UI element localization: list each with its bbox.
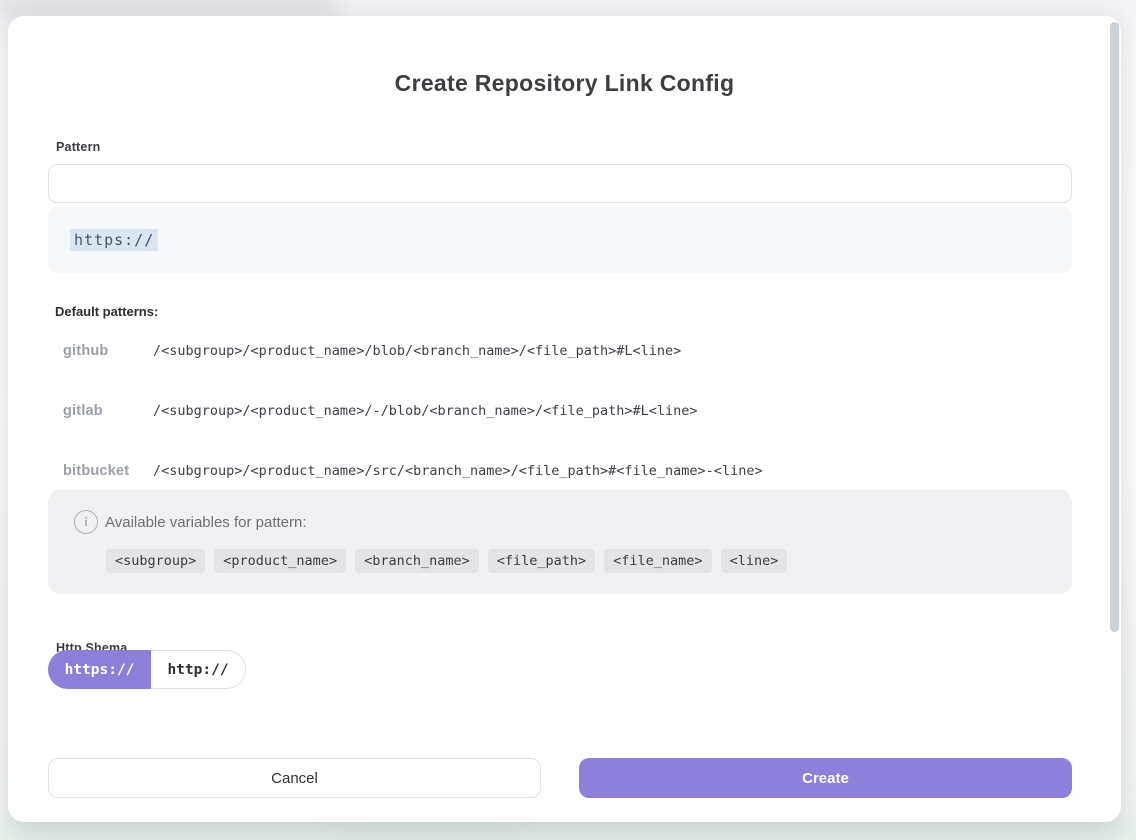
pattern-input[interactable] [48, 164, 1072, 203]
variable-chip-line: <line> [721, 549, 788, 573]
provider-name-bitbucket: bitbucket [63, 463, 153, 479]
variable-chip-subgroup: <subgroup> [106, 549, 205, 573]
variable-chip-file-name: <file_name> [604, 549, 711, 573]
cancel-button[interactable]: Cancel [48, 758, 541, 798]
provider-pattern-bitbucket: /<subgroup>/<product_name>/src/<branch_n… [153, 463, 763, 479]
background-blur-bottom-accent [330, 824, 530, 840]
page-title: Create Repository Link Config [8, 70, 1121, 97]
provider-name-github: github [63, 343, 153, 359]
provider-pattern-gitlab: /<subgroup>/<product_name>/-/blob/<branc… [153, 403, 698, 419]
url-preview-text: https:// [70, 229, 158, 251]
schema-option-http[interactable]: http:// [151, 650, 246, 689]
url-preview-block: https:// [48, 207, 1072, 273]
create-button[interactable]: Create [579, 758, 1072, 798]
variable-chip-branch-name: <branch_name> [355, 549, 479, 573]
http-schema-toggle: https:// http:// [48, 650, 246, 689]
schema-option-https[interactable]: https:// [48, 650, 151, 689]
background-blur-bottom [0, 822, 1136, 840]
pattern-label: Pattern [56, 140, 100, 154]
create-repository-link-config-modal: Create Repository Link Config Pattern ht… [8, 16, 1121, 822]
provider-pattern-github: /<subgroup>/<product_name>/blob/<branch_… [153, 343, 681, 359]
modal-scrollbar-thumb[interactable] [1110, 22, 1119, 632]
variable-chip-file-path: <file_path> [488, 549, 595, 573]
default-pattern-row-gitlab: gitlab /<subgroup>/<product_name>/-/blob… [63, 403, 698, 419]
modal-scrollbar-track[interactable] [1109, 18, 1121, 820]
default-pattern-row-github: github /<subgroup>/<product_name>/blob/<… [63, 343, 681, 359]
default-patterns-label: Default patterns: [55, 304, 158, 319]
info-icon: i [74, 510, 98, 534]
provider-name-gitlab: gitlab [63, 403, 153, 419]
variable-chips-row: <subgroup> <product_name> <branch_name> … [106, 549, 787, 573]
available-variables-label: Available variables for pattern: [105, 514, 307, 531]
default-pattern-row-bitbucket: bitbucket /<subgroup>/<product_name>/src… [63, 463, 763, 479]
variable-chip-product-name: <product_name> [214, 549, 346, 573]
available-variables-info-box: i Available variables for pattern: <subg… [48, 490, 1072, 594]
